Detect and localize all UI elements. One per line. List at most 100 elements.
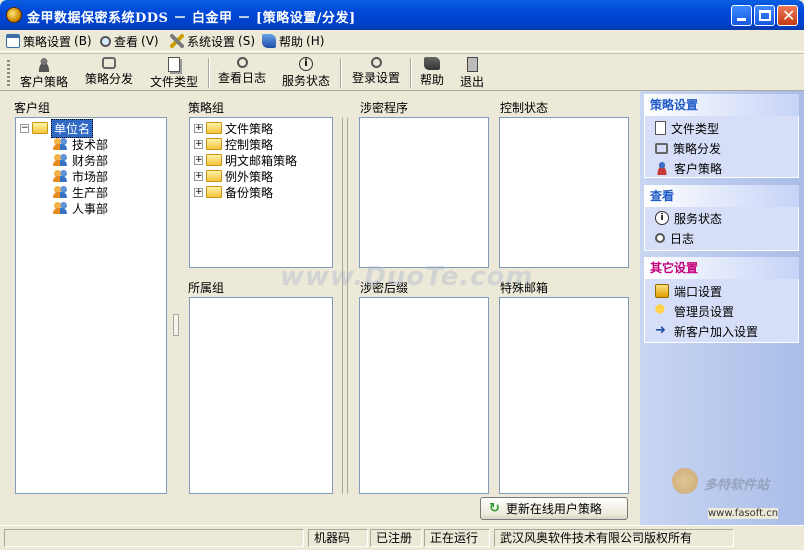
policy-item[interactable]: + 文件策略 xyxy=(194,120,273,136)
status-bar: 机器码 已注册 正在运行 武汉风奥软件技术有限公司版权所有 xyxy=(0,525,804,550)
menu-view[interactable]: 查看 (V) xyxy=(100,33,159,49)
watermark-text: www.DuoTe.com xyxy=(280,262,534,292)
taskpane-item-distribute[interactable]: 策略分发 xyxy=(655,139,721,157)
update-online-policy-button[interactable]: ↻ 更新在线用户策略 xyxy=(480,497,628,520)
maximize-icon xyxy=(759,10,771,21)
expand-icon[interactable]: + xyxy=(194,187,203,197)
toolbar-exit-button[interactable]: 退出 xyxy=(460,55,484,90)
taskpane-item-new-client-settings[interactable]: ➜ 新客户加入设置 xyxy=(655,322,758,340)
menu-system-settings[interactable]: 系统设置 (S) xyxy=(170,33,255,49)
calendar-icon xyxy=(6,34,20,48)
tree-item-dept[interactable]: 财务部 xyxy=(53,152,108,168)
policy-item[interactable]: + 控制策略 xyxy=(194,136,273,152)
member-group-label: 所属组 xyxy=(188,281,225,295)
watermark-brand: 多特软件站 www.fasoft.cn xyxy=(668,466,804,526)
taskpane-item-port-settings[interactable]: 端口设置 xyxy=(655,282,722,300)
title-bar: 金甲数据保密系统DDS － 白金甲 － [策略设置/分发] ✕ xyxy=(0,0,804,30)
toolbar: 客户策略 策略分发 文件类型 查看日志 i 服务状态 登录设置 帮助 退出 xyxy=(0,53,804,91)
secret-suffix-list[interactable] xyxy=(359,297,489,494)
expand-icon[interactable]: + xyxy=(194,139,203,149)
toolbar-help-button[interactable]: 帮助 xyxy=(420,55,444,90)
login-icon xyxy=(370,57,382,68)
port-icon xyxy=(655,284,669,298)
taskpane-item-client-policy[interactable]: 客户策略 xyxy=(655,159,722,177)
taskpane-item-service-status[interactable]: i 服务状态 xyxy=(655,209,722,227)
taskpane-section-view[interactable]: 查看 xyxy=(644,185,799,207)
toolbar-file-type-button[interactable]: 文件类型 xyxy=(150,55,198,90)
taskpane-item-admin-settings[interactable]: 管理员设置 xyxy=(655,302,734,320)
toolbar-login-settings-button[interactable]: 登录设置 xyxy=(352,55,400,90)
status-copyright: 武汉风奥软件技术有限公司版权所有 xyxy=(494,529,734,547)
expand-icon[interactable]: + xyxy=(194,171,203,181)
splitter-handle-icon[interactable] xyxy=(173,314,179,336)
distribute-icon xyxy=(655,142,668,154)
taskpane-item-file-type[interactable]: 文件类型 xyxy=(655,119,719,137)
client-group-label: 客户组 xyxy=(14,101,51,115)
folder-icon xyxy=(206,186,222,198)
user-group-icon xyxy=(53,201,69,215)
tree-item-dept[interactable]: 技术部 xyxy=(53,136,108,152)
toolbar-grip[interactable] xyxy=(7,60,10,86)
app-logo-icon xyxy=(6,7,22,23)
user-group-icon xyxy=(53,137,69,151)
secret-program-label: 涉密程序 xyxy=(360,101,409,115)
close-icon: ✕ xyxy=(782,6,796,25)
special-mailbox-list[interactable] xyxy=(499,297,629,494)
window-title: 金甲数据保密系统DDS － 白金甲 － [策略设置/分发] xyxy=(27,11,356,26)
status-pane-main xyxy=(4,529,304,547)
user-group-icon xyxy=(53,185,69,199)
policy-group-tree[interactable]: + 文件策略 + 控制策略 + 明文邮箱策略 + 例外策略 + 备份策略 xyxy=(189,117,333,268)
toolbar-service-status-button[interactable]: i 服务状态 xyxy=(282,55,330,90)
file-type-icon xyxy=(168,57,180,72)
log-icon xyxy=(236,57,248,68)
close-button[interactable]: ✕ xyxy=(777,5,798,26)
user-group-icon xyxy=(53,169,69,183)
policy-item[interactable]: + 例外策略 xyxy=(194,168,273,184)
tree-item-dept[interactable]: 人事部 xyxy=(53,200,108,216)
tree-item-dept[interactable]: 生产部 xyxy=(53,184,108,200)
watermark-logo-icon xyxy=(672,468,698,494)
magnifier-icon xyxy=(100,35,111,47)
client-group-tree[interactable]: − 单位名 技术部 财务部 市场部 生产部 人事部 xyxy=(15,117,167,494)
client-policy-icon xyxy=(655,161,669,175)
user-group-icon xyxy=(53,153,69,167)
toolbar-distribute-button[interactable]: 策略分发 xyxy=(85,55,133,90)
status-registered: 已注册 xyxy=(370,529,422,547)
refresh-icon: ↻ xyxy=(489,501,500,516)
expand-icon[interactable]: + xyxy=(194,123,203,133)
folder-icon xyxy=(206,122,222,134)
menu-policy-settings[interactable]: 策略设置 (B) xyxy=(6,33,92,49)
control-status-list[interactable] xyxy=(499,117,629,268)
tree-root[interactable]: − 单位名 xyxy=(20,118,94,138)
maximize-button[interactable] xyxy=(754,5,775,26)
key-icon xyxy=(655,304,669,318)
taskpane-section-other[interactable]: 其它设置 xyxy=(644,257,799,279)
panel-splitter[interactable] xyxy=(171,96,181,496)
taskpane-section-policy[interactable]: 策略设置 xyxy=(644,94,799,116)
menu-bar: 策略设置 (B) 查看 (V) 系统设置 (S) 帮助 (H) xyxy=(0,30,804,52)
policy-item[interactable]: + 备份策略 xyxy=(194,184,273,200)
member-group-list[interactable] xyxy=(189,297,333,494)
folder-icon xyxy=(206,138,222,150)
menu-help[interactable]: 帮助 (H) xyxy=(262,33,324,49)
task-pane: 策略设置 文件类型 策略分发 客户策略 查看 i 服务状态 日志 其它设置 端口设… xyxy=(640,91,804,525)
vertical-splitter[interactable] xyxy=(342,118,348,494)
status-running: 正在运行 xyxy=(424,529,490,547)
collapse-icon[interactable]: − xyxy=(20,123,29,133)
policy-item[interactable]: + 明文邮箱策略 xyxy=(194,152,297,168)
secret-program-list[interactable] xyxy=(359,117,489,268)
info-icon: i xyxy=(299,57,313,71)
toolbar-view-log-button[interactable]: 查看日志 xyxy=(218,55,266,90)
tree-item-dept[interactable]: 市场部 xyxy=(53,168,108,184)
tools-icon xyxy=(170,34,184,48)
policy-group-label: 策略组 xyxy=(188,101,225,115)
folder-icon xyxy=(206,154,222,166)
help-book-icon xyxy=(262,34,276,48)
client-policy-icon xyxy=(36,57,52,72)
taskpane-item-log[interactable]: 日志 xyxy=(655,229,694,247)
distribute-icon xyxy=(102,57,116,69)
control-status-label: 控制状态 xyxy=(500,101,549,115)
expand-icon[interactable]: + xyxy=(194,155,203,165)
minimize-button[interactable] xyxy=(731,5,752,26)
toolbar-client-policy-button[interactable]: 客户策略 xyxy=(20,55,68,90)
